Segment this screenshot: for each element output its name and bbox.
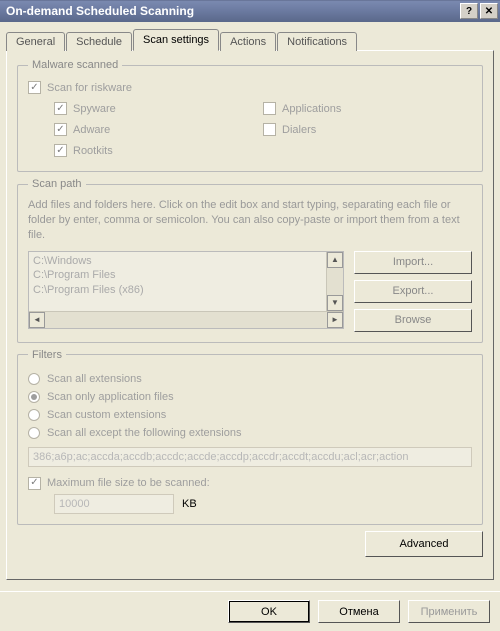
scanpath-hint: Add files and folders here. Click on the… bbox=[28, 198, 472, 243]
scanpath-group: Scan path Add files and folders here. Cl… bbox=[17, 178, 483, 343]
adware-label: Adware bbox=[73, 124, 110, 136]
maxsize-checkbox[interactable] bbox=[28, 477, 41, 490]
scanpath-row: C:\Windows C:\Program Files C:\Program F… bbox=[28, 251, 472, 332]
tab-general[interactable]: General bbox=[6, 32, 65, 51]
opt-custom-row: Scan custom extensions bbox=[28, 409, 472, 421]
cancel-button[interactable]: Отмена bbox=[318, 600, 400, 623]
opt-all-radio[interactable] bbox=[28, 373, 40, 385]
ok-button[interactable]: OK bbox=[228, 600, 310, 623]
size-row: KB bbox=[54, 494, 472, 514]
opt-custom-label: Scan custom extensions bbox=[47, 409, 166, 421]
tab-panel-scan-settings: Malware scanned Scan for riskware Spywar… bbox=[6, 50, 494, 580]
scanpath-buttons: Import... Export... Browse bbox=[354, 251, 472, 332]
adware-row: Adware bbox=[54, 123, 263, 136]
tab-actions[interactable]: Actions bbox=[220, 32, 276, 51]
spyware-checkbox[interactable] bbox=[54, 102, 67, 115]
opt-except-radio[interactable] bbox=[28, 427, 40, 439]
opt-apps-radio[interactable] bbox=[28, 391, 40, 403]
browse-button[interactable]: Browse bbox=[354, 309, 472, 332]
vertical-scrollbar[interactable]: ▲ ▼ bbox=[326, 252, 343, 311]
opt-all-row: Scan all extensions bbox=[28, 373, 472, 385]
advanced-button[interactable]: Advanced bbox=[365, 531, 483, 557]
size-unit: KB bbox=[182, 498, 197, 510]
tab-notifications[interactable]: Notifications bbox=[277, 32, 357, 51]
malware-subgrid: Spyware Applications Adware Dialers Root… bbox=[54, 98, 472, 161]
titlebar: On-demand Scheduled Scanning ? ✕ bbox=[0, 0, 500, 22]
spyware-label: Spyware bbox=[73, 103, 116, 115]
window-title: On-demand Scheduled Scanning bbox=[6, 4, 460, 18]
tab-schedule[interactable]: Schedule bbox=[66, 32, 132, 51]
dialers-checkbox[interactable] bbox=[263, 123, 276, 136]
riskware-label: Scan for riskware bbox=[47, 82, 132, 94]
spyware-row: Spyware bbox=[54, 102, 263, 115]
opt-except-row: Scan all except the following extensions bbox=[28, 427, 472, 439]
dialog-footer: OK Отмена Применить bbox=[0, 591, 500, 631]
rootkits-row: Rootkits bbox=[54, 144, 263, 157]
rootkits-checkbox[interactable] bbox=[54, 144, 67, 157]
scanpath-legend: Scan path bbox=[28, 178, 86, 190]
export-button[interactable]: Export... bbox=[354, 280, 472, 303]
filters-legend: Filters bbox=[28, 349, 66, 361]
titlebar-buttons: ? ✕ bbox=[460, 3, 498, 19]
help-button[interactable]: ? bbox=[460, 3, 478, 19]
opt-apps-row: Scan only application files bbox=[28, 391, 472, 403]
applications-checkbox[interactable] bbox=[263, 102, 276, 115]
dialers-row: Dialers bbox=[263, 123, 472, 136]
opt-except-label: Scan all except the following extensions bbox=[47, 427, 241, 439]
advanced-row: Advanced bbox=[17, 531, 483, 557]
scroll-right-icon[interactable]: ► bbox=[327, 312, 343, 328]
tab-scan-settings[interactable]: Scan settings bbox=[133, 29, 219, 51]
applications-label: Applications bbox=[282, 103, 341, 115]
horizontal-scrollbar[interactable]: ◄ ► bbox=[29, 311, 343, 328]
import-button[interactable]: Import... bbox=[354, 251, 472, 274]
dialog-body: General Schedule Scan settings Actions N… bbox=[0, 22, 500, 631]
apply-button[interactable]: Применить bbox=[408, 600, 490, 623]
close-button[interactable]: ✕ bbox=[480, 3, 498, 19]
path-list-content: C:\Windows C:\Program Files C:\Program F… bbox=[29, 252, 326, 311]
size-input[interactable] bbox=[54, 494, 174, 514]
list-item: C:\Windows bbox=[33, 254, 322, 269]
opt-custom-radio[interactable] bbox=[28, 409, 40, 421]
malware-group: Malware scanned Scan for riskware Spywar… bbox=[17, 59, 483, 172]
malware-legend: Malware scanned bbox=[28, 59, 122, 71]
adware-checkbox[interactable] bbox=[54, 123, 67, 136]
maxsize-label: Maximum file size to be scanned: bbox=[47, 477, 210, 489]
riskware-checkbox[interactable] bbox=[28, 81, 41, 94]
applications-row: Applications bbox=[263, 102, 472, 115]
list-item: C:\Program Files bbox=[33, 268, 322, 283]
tab-strip: General Schedule Scan settings Actions N… bbox=[6, 28, 494, 50]
filters-group: Filters Scan all extensions Scan only ap… bbox=[17, 349, 483, 525]
extensions-input[interactable] bbox=[28, 447, 472, 467]
list-item: C:\Program Files (x86) bbox=[33, 283, 322, 298]
riskware-row: Scan for riskware bbox=[28, 81, 472, 94]
dialers-label: Dialers bbox=[282, 124, 316, 136]
opt-apps-label: Scan only application files bbox=[47, 391, 174, 403]
scroll-up-icon[interactable]: ▲ bbox=[327, 252, 343, 268]
opt-all-label: Scan all extensions bbox=[47, 373, 142, 385]
maxsize-row: Maximum file size to be scanned: bbox=[28, 477, 472, 490]
scroll-down-icon[interactable]: ▼ bbox=[327, 295, 343, 311]
rootkits-label: Rootkits bbox=[73, 145, 113, 157]
scroll-left-icon[interactable]: ◄ bbox=[29, 312, 45, 328]
path-listbox[interactable]: C:\Windows C:\Program Files C:\Program F… bbox=[28, 251, 344, 329]
